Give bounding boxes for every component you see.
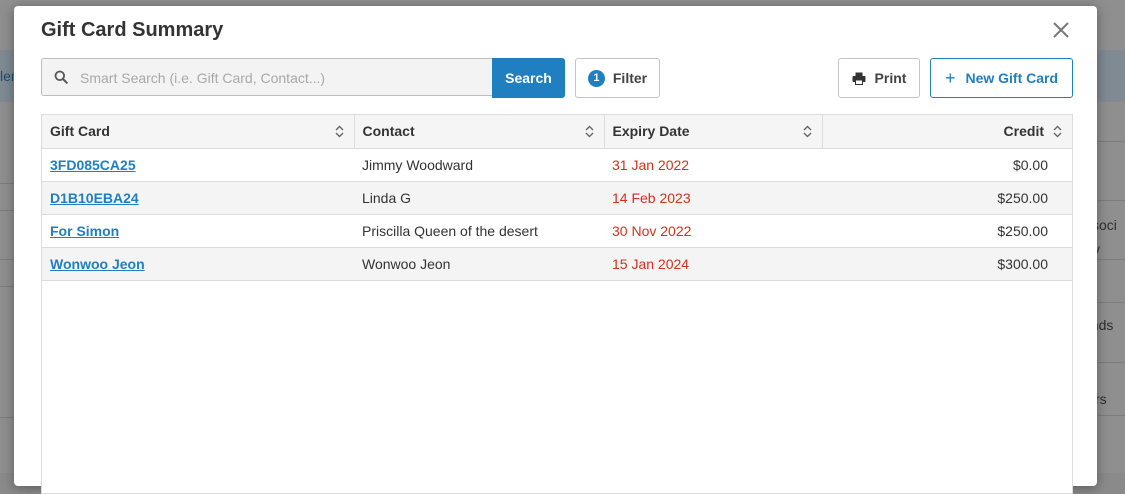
new-gift-card-button[interactable]: + New Gift Card xyxy=(930,58,1073,98)
search-input[interactable] xyxy=(78,59,492,97)
table-row: For Simon Priscilla Queen of the desert … xyxy=(42,214,1072,248)
background-divider xyxy=(0,210,14,211)
sort-icon xyxy=(803,125,811,138)
column-header-contact[interactable]: Contact xyxy=(354,115,605,149)
background-divider xyxy=(1097,362,1125,363)
column-header-credit[interactable]: Credit xyxy=(822,115,1072,149)
new-gift-card-label: New Gift Card xyxy=(965,70,1059,86)
background-divider xyxy=(0,259,14,260)
gift-card-cell: 3FD085CA25 xyxy=(42,148,354,182)
close-icon[interactable] xyxy=(1051,20,1071,40)
background-divider xyxy=(1097,259,1125,260)
expiry-date-cell: 30 Nov 2022 xyxy=(604,214,822,248)
expiry-date-cell: 15 Jan 2024 xyxy=(604,247,822,281)
table-header-row: Gift Card Contact Expiry Date Credit xyxy=(42,115,1072,149)
background-divider xyxy=(1097,200,1125,201)
expiry-date-cell: 14 Feb 2023 xyxy=(604,181,822,215)
column-header-gift-card[interactable]: Gift Card xyxy=(42,115,355,149)
printer-icon xyxy=(852,72,866,85)
gift-card-link[interactable]: For Simon xyxy=(50,223,119,239)
modal-title: Gift Card Summary xyxy=(41,19,224,41)
table-row: D1B10EBA24 Linda G 14 Feb 2023 $250.00 xyxy=(42,181,1072,215)
contact-cell: Wonwoo Jeon xyxy=(354,247,604,281)
contact-cell: Priscilla Queen of the desert xyxy=(354,214,604,248)
credit-cell: $0.00 xyxy=(822,148,1072,182)
gift-card-cell: For Simon xyxy=(42,214,354,248)
gift-card-cell: D1B10EBA24 xyxy=(42,181,354,215)
filter-count-badge: 1 xyxy=(587,69,605,87)
column-header-expiry-date[interactable]: Expiry Date xyxy=(604,115,823,149)
search-button[interactable]: Search xyxy=(492,58,565,98)
filter-label: Filter xyxy=(612,70,648,86)
background-divider xyxy=(1097,302,1125,303)
gift-card-table: Gift Card Contact Expiry Date Credit 3FD… xyxy=(42,115,1072,281)
gift-card-link[interactable]: D1B10EBA24 xyxy=(50,190,139,206)
print-label: Print xyxy=(874,70,907,86)
print-button[interactable]: Print xyxy=(838,58,920,98)
table-row: Wonwoo Jeon Wonwoo Jeon 15 Jan 2024 $300… xyxy=(42,247,1072,281)
sort-icon xyxy=(585,125,593,138)
expiry-date-cell: 31 Jan 2022 xyxy=(604,148,822,182)
gift-card-link[interactable]: 3FD085CA25 xyxy=(50,157,136,173)
search-box xyxy=(41,58,492,97)
plus-icon: + xyxy=(944,68,956,88)
contact-cell: Linda G xyxy=(354,181,604,215)
credit-cell: $250.00 xyxy=(822,181,1072,215)
credit-cell: $300.00 xyxy=(822,247,1072,281)
sort-icon xyxy=(335,125,343,138)
filter-button[interactable]: 1 Filter xyxy=(575,58,660,98)
background-divider xyxy=(0,286,14,287)
background-divider xyxy=(1097,415,1125,416)
contact-cell: Jimmy Woodward xyxy=(354,148,604,182)
gift-card-cell: Wonwoo Jeon xyxy=(42,247,354,281)
search-icon xyxy=(54,70,68,84)
sort-icon xyxy=(1053,125,1062,138)
background-divider xyxy=(0,183,14,184)
table-row: 3FD085CA25 Jimmy Woodward 31 Jan 2022 $0… xyxy=(42,148,1072,182)
gift-card-summary-modal: Gift Card Summary Search 1 Filter Print … xyxy=(14,6,1097,494)
background-divider xyxy=(1097,141,1125,142)
background-divider xyxy=(0,417,14,418)
gift-card-link[interactable]: Wonwoo Jeon xyxy=(50,256,145,272)
gift-card-table-container: Gift Card Contact Expiry Date Credit 3FD… xyxy=(41,114,1073,494)
credit-cell: $250.00 xyxy=(822,214,1072,248)
